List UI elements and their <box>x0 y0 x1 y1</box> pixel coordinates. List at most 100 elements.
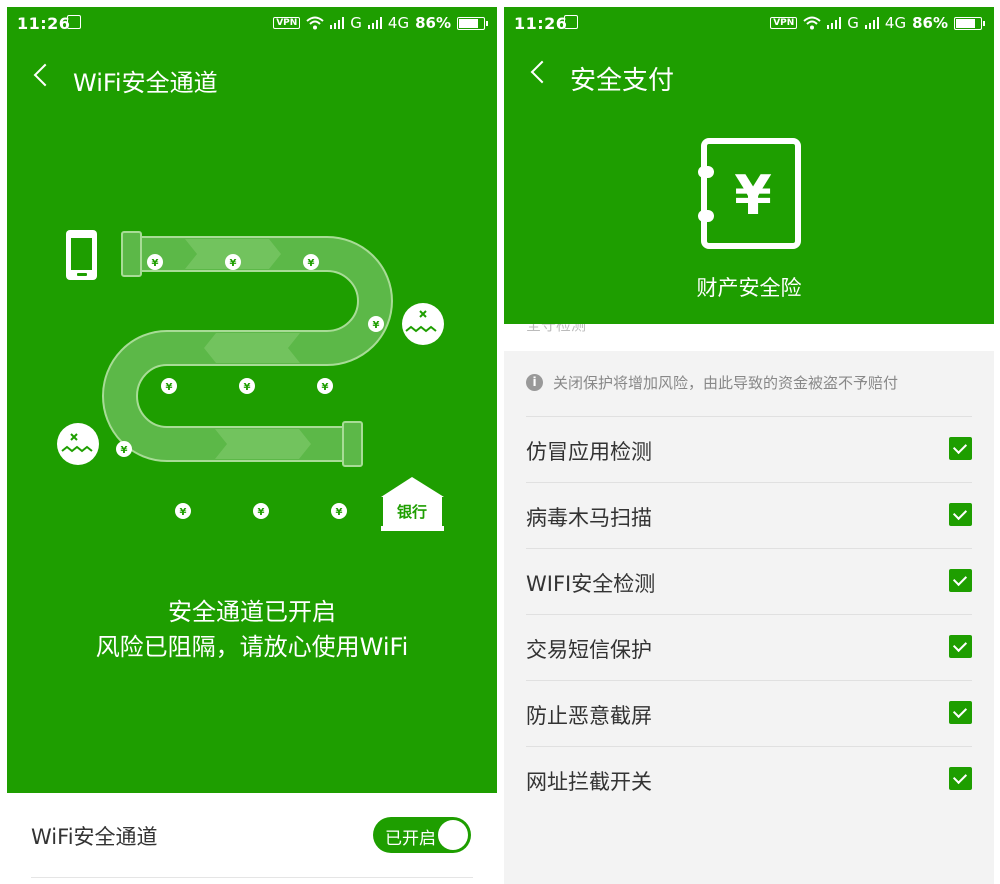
svg-text:¥: ¥ <box>258 507 265 518</box>
status-time: 11:26 <box>514 14 568 33</box>
strip-text: 全守检测 <box>526 324 587 334</box>
coin-icon: ¥ <box>116 441 132 457</box>
svg-text:¥: ¥ <box>230 258 237 269</box>
coin-icon: ¥ <box>175 503 191 519</box>
status-time: 11:26 <box>17 14 71 33</box>
header-hero: 11:26 VPN G 4G 86% WiFi安全通道 ¥ ¥ ¥ ¥ ¥ ¥ … <box>7 7 497 793</box>
header-hero: 11:26 VPN G 4G 86% 安全支付 ¥ 财产安全险 <box>504 7 994 324</box>
battery-percent: 86% <box>415 14 451 32</box>
back-arrow-icon[interactable] <box>530 60 554 84</box>
vpn-icon: VPN <box>770 17 798 29</box>
checkbox-checked[interactable] <box>949 767 972 790</box>
network-type-g: G <box>350 14 362 32</box>
option-row-fake-app-detection[interactable]: 仿冒应用检测 <box>504 416 994 482</box>
status-bar: 11:26 VPN G 4G 86% <box>7 7 497 41</box>
insurance-label: 财产安全险 <box>696 276 802 300</box>
scrolled-header-strip: 全守检测 <box>504 324 994 351</box>
blocked-threat-icon <box>57 423 99 465</box>
bank-icon: 银行 <box>381 477 444 531</box>
vpn-icon: VPN <box>273 17 301 29</box>
page-title: WiFi安全通道 <box>73 69 218 97</box>
wifi-icon <box>306 16 324 30</box>
option-row-screenshot-block[interactable]: 防止恶意截屏 <box>504 680 994 746</box>
signal-icon <box>827 17 842 29</box>
divider <box>526 746 972 747</box>
network-type-4g: 4G <box>387 14 410 32</box>
screenshot-icon <box>564 15 578 29</box>
svg-text:¥: ¥ <box>244 382 251 393</box>
coin-icon: ¥ <box>239 378 255 394</box>
secure-tunnel-illustration: ¥ ¥ ¥ ¥ ¥ ¥ ¥ ¥ ¥ ¥ ¥ 银行 <box>57 230 444 531</box>
coin-icon: ¥ <box>317 378 333 394</box>
svg-text:¥: ¥ <box>373 320 380 331</box>
wifi-icon <box>803 16 821 30</box>
wifi-tunnel-screen: 11:26 VPN G 4G 86% WiFi安全通道 ¥ ¥ ¥ ¥ ¥ ¥ … <box>7 7 497 884</box>
toggle-knob <box>438 820 468 850</box>
status-icons: VPN G 4G 86% <box>273 14 488 32</box>
checkbox-checked[interactable] <box>949 503 972 526</box>
back-arrow-icon[interactable] <box>33 63 57 87</box>
screenshot-icon <box>67 15 81 29</box>
coin-icon: ¥ <box>331 503 347 519</box>
insurance-vault-icon: ¥ <box>698 138 801 249</box>
coin-icon: ¥ <box>368 316 384 332</box>
title-bar: WiFi安全通道 <box>7 57 497 101</box>
option-row-sms-protection[interactable]: 交易短信保护 <box>504 614 994 680</box>
divider <box>526 614 972 615</box>
coin-icon: ¥ <box>253 503 269 519</box>
wifi-tunnel-setting-row: WiFi安全通道 已开启 <box>7 793 497 884</box>
wifi-tunnel-toggle[interactable]: 已开启 <box>373 817 471 853</box>
status-message-line1: 安全通道已开启 <box>168 598 336 626</box>
coin-icon: ¥ <box>225 254 241 270</box>
secure-payment-screen: 11:26 VPN G 4G 86% 安全支付 ¥ 财产安全险 全守检测 i 关… <box>504 7 994 884</box>
checkbox-checked[interactable] <box>949 635 972 658</box>
option-label: 防止恶意截屏 <box>526 704 652 728</box>
divider <box>526 680 972 681</box>
divider <box>31 877 473 878</box>
notice-text: 关闭保护将增加风险，由此导致的资金被盗不予赔付 <box>553 374 899 392</box>
svg-text:¥: ¥ <box>734 164 772 227</box>
signal-icon <box>864 17 879 29</box>
network-type-g: G <box>847 14 859 32</box>
status-bar: 11:26 VPN G 4G 86% <box>504 7 994 41</box>
status-icons: VPN G 4G 86% <box>770 14 985 32</box>
blocked-threat-icon <box>402 303 444 345</box>
info-icon: i <box>526 374 543 391</box>
svg-text:¥: ¥ <box>166 382 173 393</box>
title-bar: 安全支付 <box>504 54 994 98</box>
battery-percent: 86% <box>912 14 948 32</box>
option-label: WIFI安全检测 <box>526 572 656 596</box>
battery-icon <box>954 16 985 30</box>
divider <box>526 548 972 549</box>
svg-text:¥: ¥ <box>322 382 329 393</box>
toggle-label: 已开启 <box>385 829 436 849</box>
checkbox-checked[interactable] <box>949 569 972 592</box>
option-row-wifi-check[interactable]: WIFI安全检测 <box>504 548 994 614</box>
option-label: 仿冒应用检测 <box>526 440 652 464</box>
option-row-url-block[interactable]: 网址拦截开关 <box>504 746 994 812</box>
svg-text:¥: ¥ <box>336 507 343 518</box>
option-label: 交易短信保护 <box>526 638 652 662</box>
risk-notice: i 关闭保护将增加风险，由此导致的资金被盗不予赔付 <box>526 372 898 393</box>
coin-icon: ¥ <box>147 254 163 270</box>
option-label: 病毒木马扫描 <box>526 506 652 530</box>
svg-text:¥: ¥ <box>152 258 159 269</box>
phone-icon <box>66 230 97 280</box>
network-type-4g: 4G <box>884 14 907 32</box>
divider <box>526 482 972 483</box>
page-title: 安全支付 <box>570 66 675 96</box>
checkbox-checked[interactable] <box>949 701 972 724</box>
battery-icon <box>457 16 488 30</box>
coin-icon: ¥ <box>161 378 177 394</box>
coin-icon: ¥ <box>303 254 319 270</box>
svg-text:¥: ¥ <box>180 507 187 518</box>
signal-icon <box>330 17 345 29</box>
signal-icon <box>367 17 382 29</box>
svg-text:¥: ¥ <box>121 445 128 456</box>
checkbox-checked[interactable] <box>949 437 972 460</box>
svg-text:¥: ¥ <box>308 258 315 269</box>
option-row-virus-scan[interactable]: 病毒木马扫描 <box>504 482 994 548</box>
svg-text:银行: 银行 <box>397 503 427 521</box>
setting-label: WiFi安全通道 <box>31 825 158 849</box>
divider <box>526 416 972 417</box>
